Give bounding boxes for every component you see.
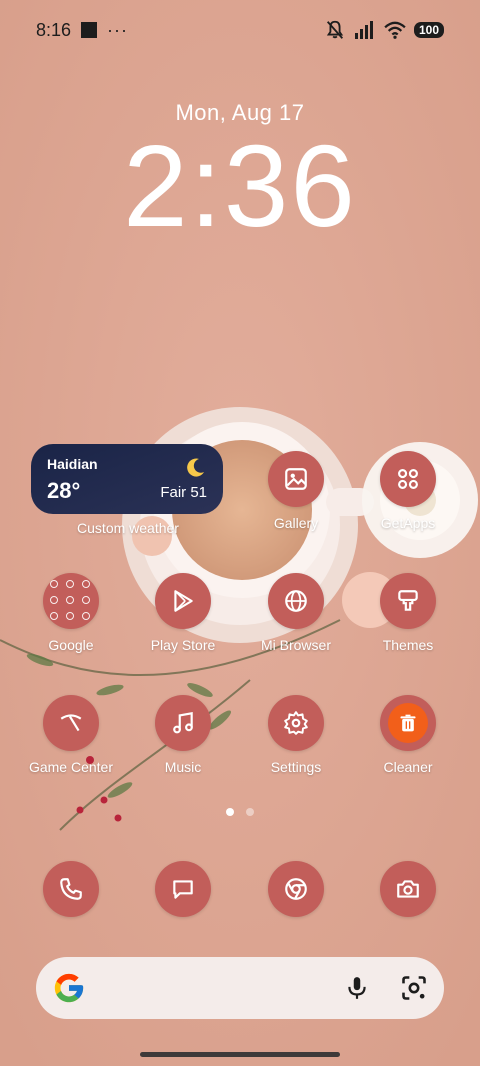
app-label: Cleaner [383,759,433,775]
app-label: Game Center [28,759,114,775]
app-cleaner[interactable]: Cleaner [353,695,463,775]
play-store-icon [155,573,211,629]
app-settings[interactable]: Settings [241,695,351,775]
signal-icon [354,21,373,39]
moon-icon [187,458,204,477]
gallery-icon [268,451,324,507]
status-time: 8:16 [36,19,72,40]
dock-messages[interactable] [128,861,238,917]
app-game-center[interactable]: Game Center [16,695,126,775]
app-mi-browser[interactable]: Mi Browser [241,573,351,653]
lockscreen-clock: 2:36 [123,121,357,251]
google-lens-icon[interactable] [400,974,428,1002]
music-note-icon [155,695,211,751]
weather-widget-label: Custom weather [77,520,179,536]
app-label: Gallery [273,515,319,531]
page-dot[interactable] [246,808,254,816]
page-dot-active[interactable] [226,808,234,816]
app-label: Settings [270,759,322,775]
dock-camera[interactable] [353,861,463,917]
app-google-folder[interactable]: Google [16,573,126,653]
getapps-icon [380,451,436,507]
more-notifications-icon: ··· [107,19,129,40]
gear-icon [268,695,324,751]
wifi-icon [384,21,406,39]
phone-icon [43,861,99,917]
dock-phone[interactable] [16,861,126,917]
notification-icon [81,22,98,38]
app-label: GetApps [380,515,436,531]
game-icon [43,695,99,751]
app-label: Google [48,637,94,653]
battery-indicator: 100 [413,22,444,38]
page-indicator [0,808,480,816]
app-gallery[interactable]: Gallery [241,451,351,531]
search-actions [344,974,428,1002]
chrome-icon [268,861,324,917]
trash-icon [388,703,428,743]
cleaner-icon-bg [380,695,436,751]
mute-bell-icon [326,20,344,39]
globe-icon [268,573,324,629]
google-search-bar[interactable] [36,957,444,1019]
app-getapps[interactable]: GetApps [353,451,463,531]
paint-brush-icon [380,573,436,629]
weather-temperature: 28° [47,478,81,503]
dock-chrome[interactable] [241,861,351,917]
app-label: Music [164,759,202,775]
app-play-store[interactable]: Play Store [128,573,238,653]
camera-icon [380,861,436,917]
status-left: 8:16 ··· [36,20,128,41]
message-icon [155,861,211,917]
google-folder-icon [43,573,99,629]
google-logo-icon[interactable] [52,971,86,1005]
microphone-icon[interactable] [344,975,370,1001]
weather-condition: Fair 51 [160,484,207,501]
status-right: 100 [324,19,444,41]
app-label: Themes [382,637,434,653]
app-label: Mi Browser [260,637,331,653]
weather-widget[interactable]: Haidian 28° Fair 51 [31,444,223,514]
status-bar: 8:16 ··· 100 [0,0,480,60]
app-themes[interactable]: Themes [353,573,463,653]
app-label: Play Store [150,637,216,653]
home-indicator[interactable] [140,1052,340,1057]
app-music[interactable]: Music [128,695,238,775]
